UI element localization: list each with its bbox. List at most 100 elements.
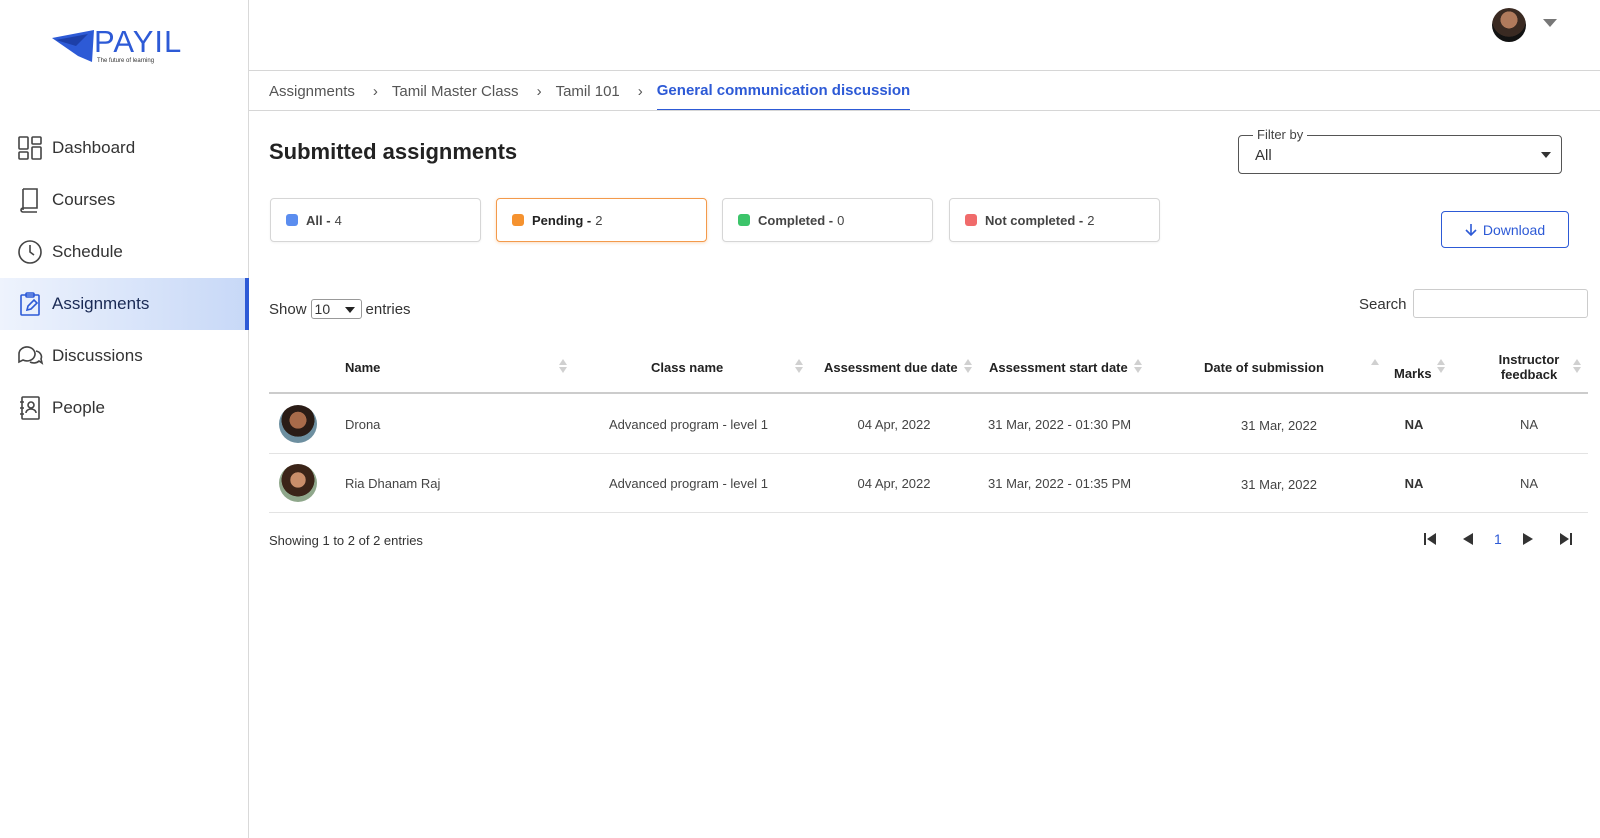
caret-down-icon	[344, 307, 355, 313]
column-header-name[interactable]: Name	[345, 340, 380, 394]
book-icon	[16, 186, 44, 214]
status-dot	[738, 214, 750, 226]
chevron-right-icon: ›	[372, 83, 378, 100]
download-label: Download	[1482, 221, 1546, 238]
sidebar: PAYIL The future of learning Dashboard C…	[0, 0, 249, 838]
dashboard-icon	[16, 134, 44, 162]
search-label: Search	[1359, 296, 1407, 313]
sidebar-item-courses[interactable]: Courses	[0, 174, 249, 226]
first-page-icon[interactable]	[1420, 529, 1440, 549]
pagination: 1	[1420, 529, 1576, 549]
show-label: Show	[269, 300, 307, 318]
sidebar-item-label: Schedule	[52, 242, 123, 261]
status-card-label: Not completed -	[985, 212, 1084, 228]
table-header: Name Class name Assessment due date Asse…	[269, 340, 1588, 394]
status-card-all[interactable]: All - 4	[270, 198, 481, 242]
status-card-completed[interactable]: Completed - 0	[722, 198, 933, 242]
chevron-down-icon[interactable]	[1543, 19, 1557, 27]
cell-submission-date: 31 Mar, 2022	[1241, 417, 1317, 433]
current-page-number[interactable]: 1	[1494, 531, 1502, 547]
cell-class-name: Advanced program - level 1	[609, 416, 768, 432]
sidebar-item-label: People	[52, 398, 105, 417]
sidebar-item-label: Assignments	[52, 294, 150, 313]
user-avatar[interactable]	[1492, 8, 1526, 42]
sidebar-item-label: Courses	[52, 190, 116, 209]
column-header-start-date[interactable]: Assessment start date	[989, 340, 1128, 394]
column-header-marks[interactable]: Marks	[1394, 346, 1432, 400]
contacts-book-icon	[16, 394, 44, 422]
breadcrumb-divider	[249, 110, 1600, 111]
column-header-submission-date[interactable]: Date of submission	[1204, 340, 1324, 394]
cell-due-date: 04 Apr, 2022	[857, 416, 931, 432]
filter-label: Filter by	[1253, 127, 1308, 142]
clipboard-edit-icon	[16, 290, 44, 318]
cell-submission-date: 31 Mar, 2022	[1241, 476, 1317, 492]
previous-page-icon[interactable]	[1458, 529, 1478, 549]
sidebar-item-dashboard[interactable]: Dashboard	[0, 122, 249, 174]
table-row[interactable]: Drona Advanced program - level 1 04 Apr,…	[269, 395, 1588, 454]
cell-marks: NA	[1404, 475, 1424, 491]
status-card-count: 0	[837, 212, 845, 228]
cell-name: Drona	[345, 416, 381, 432]
column-header-due-date[interactable]: Assessment due date	[824, 340, 958, 394]
sort-icon[interactable]	[559, 357, 567, 375]
cell-start-date: 31 Mar, 2022 - 01:35 PM	[988, 475, 1132, 491]
breadcrumb-item-assignments[interactable]: Assignments	[269, 72, 355, 111]
sort-icon[interactable]	[1437, 357, 1445, 375]
cell-feedback: NA	[1519, 475, 1539, 491]
search-input[interactable]	[1413, 289, 1588, 318]
sort-asc-icon[interactable]	[1371, 357, 1379, 375]
last-page-icon[interactable]	[1556, 529, 1576, 549]
sort-icon[interactable]	[795, 357, 803, 375]
sidebar-item-schedule[interactable]: Schedule	[0, 226, 249, 278]
logo-tagline: The future of learning	[97, 58, 155, 64]
logo-text: PAYIL	[94, 24, 183, 59]
cell-marks: NA	[1404, 416, 1424, 432]
download-button[interactable]: Download	[1441, 211, 1569, 248]
sort-icon[interactable]	[964, 357, 972, 375]
status-dot	[286, 214, 298, 226]
cell-class-name: Advanced program - level 1	[609, 475, 768, 491]
sort-icon[interactable]	[1573, 357, 1581, 375]
chat-bubbles-icon	[16, 342, 44, 370]
sidebar-item-people[interactable]: People	[0, 382, 249, 434]
table-row[interactable]: Ria Dhanam Raj Advanced program - level …	[269, 454, 1588, 513]
student-avatar	[279, 405, 317, 443]
status-card-count: 4	[334, 212, 342, 228]
sidebar-item-label: Discussions	[52, 346, 143, 365]
chevron-right-icon: ›	[536, 83, 542, 100]
next-page-icon[interactable]	[1518, 529, 1538, 549]
show-entries: Show 10 entries	[269, 299, 411, 319]
sidebar-item-discussions[interactable]: Discussions	[0, 330, 249, 382]
status-card-label: All -	[306, 212, 331, 228]
filter-value: All	[1255, 147, 1272, 164]
status-card-count: 2	[1087, 212, 1095, 228]
sidebar-item-label: Dashboard	[52, 138, 136, 157]
breadcrumb: Assignments › Tamil Master Class › Tamil…	[269, 72, 911, 111]
chevron-down-icon	[1541, 152, 1551, 158]
sidebar-item-assignments[interactable]: Assignments	[0, 278, 249, 330]
column-header-class-name[interactable]: Class name	[651, 340, 723, 394]
cell-due-date: 04 Apr, 2022	[857, 475, 931, 491]
status-card-not-completed[interactable]: Not completed - 2	[949, 198, 1160, 242]
cell-feedback: NA	[1519, 416, 1539, 432]
breadcrumb-item-tamil-101[interactable]: Tamil 101	[556, 72, 620, 111]
student-avatar	[279, 464, 317, 502]
status-card-pending[interactable]: Pending - 2	[496, 198, 707, 242]
cell-start-date: 31 Mar, 2022 - 01:30 PM	[988, 416, 1132, 432]
entries-per-page-select[interactable]: 10	[310, 299, 362, 319]
chevron-right-icon: ›	[637, 83, 643, 100]
status-dot	[965, 214, 977, 226]
column-header-instructor-feedback[interactable]: Instructor feedback	[1491, 340, 1567, 394]
logo-mark-icon	[52, 30, 94, 62]
sort-icon[interactable]	[1134, 357, 1142, 375]
page-title: Submitted assignments	[269, 139, 518, 164]
filter-select[interactable]: Filter by All	[1238, 127, 1562, 174]
breadcrumb-item-tamil-master-class[interactable]: Tamil Master Class	[392, 72, 519, 111]
status-dot	[512, 214, 524, 226]
breadcrumb-item-current[interactable]: General communication discussion	[656, 72, 911, 111]
entries-label: entries	[365, 300, 411, 318]
sidebar-nav: Dashboard Courses Schedule Assignments D…	[0, 122, 249, 434]
payil-logo[interactable]: PAYIL The future of learning	[52, 24, 202, 74]
entries-per-page-value: 10	[314, 301, 331, 317]
